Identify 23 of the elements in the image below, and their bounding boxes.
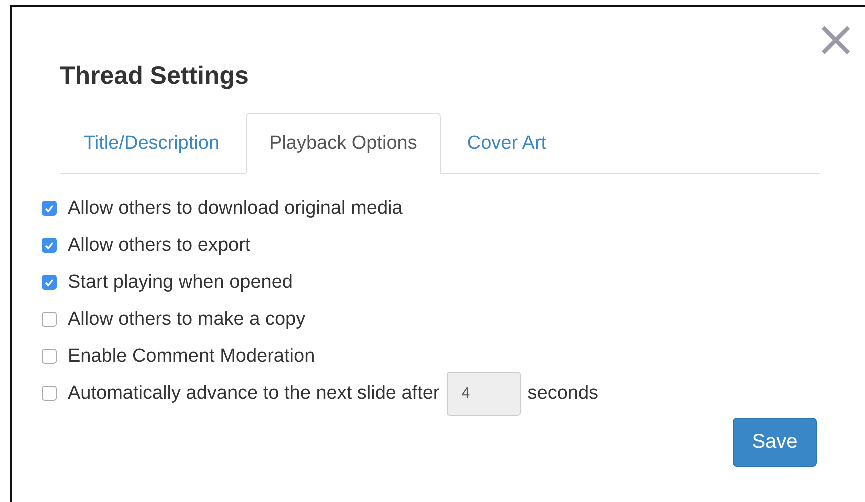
option-label: Start playing when opened: [68, 272, 293, 294]
option-label: Allow others to make a copy: [68, 308, 306, 330]
tab[interactable]: Playback Options: [246, 113, 442, 174]
close-button[interactable]: ×: [815, 19, 857, 59]
checkbox[interactable]: [42, 349, 57, 364]
checkbox[interactable]: [42, 312, 57, 327]
seconds-input[interactable]: 4: [446, 372, 521, 416]
tab[interactable]: Title/Description: [60, 113, 244, 174]
checkbox[interactable]: [42, 238, 57, 253]
option-label: Automatically advance to the next slide after: [68, 382, 440, 404]
save-button[interactable]: Save: [733, 418, 817, 467]
check-icon: [45, 278, 54, 286]
unit-label: seconds: [528, 382, 599, 404]
checkbox[interactable]: [42, 386, 57, 401]
option-label: Allow others to export: [68, 234, 251, 256]
check-icon: [45, 204, 54, 212]
checkbox[interactable]: [42, 275, 57, 290]
tab[interactable]: Cover Art: [443, 113, 571, 174]
dialog-title: Thread Settings: [60, 61, 250, 92]
option-label: Allow others to download original media: [68, 198, 403, 220]
checkbox[interactable]: [42, 201, 57, 216]
check-icon: [45, 242, 54, 250]
option-label: Enable Comment Moderation: [68, 346, 316, 368]
